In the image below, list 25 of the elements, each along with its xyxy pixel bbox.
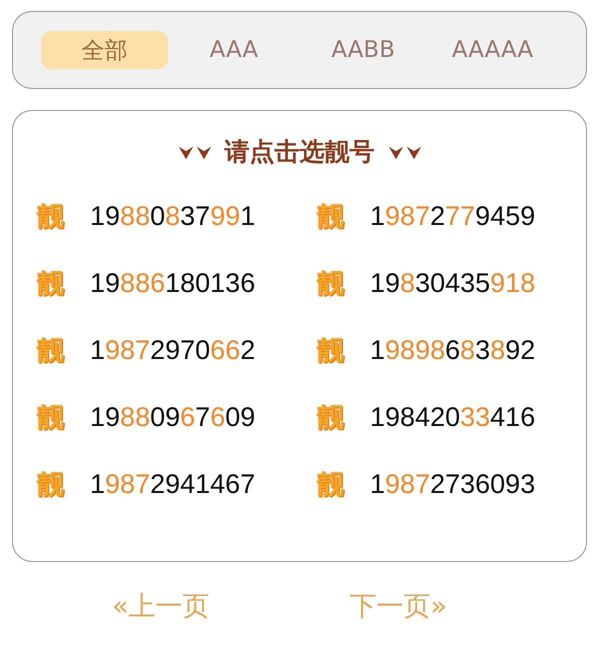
card-title: 请点击选靓号 <box>224 136 374 168</box>
filter-tab[interactable]: AABB <box>300 31 427 69</box>
badge-glyph: 靓 <box>317 471 344 498</box>
badge-glyph: 靓 <box>317 404 344 431</box>
phone-number[interactable]: 19880967609 <box>90 402 256 433</box>
badge-glyph: 靓 <box>317 203 344 230</box>
phone-number[interactable]: 19872941467 <box>90 469 256 500</box>
badge-glyph: 靓 <box>37 337 64 364</box>
phone-number[interactable]: 19886180136 <box>90 268 256 299</box>
badge-glyph: 靓 <box>37 404 64 431</box>
phone-number[interactable]: 19880837991 <box>90 201 256 232</box>
phone-number[interactable]: 19898683892 <box>370 335 536 366</box>
filter-tab[interactable]: 全部 <box>41 31 168 69</box>
phone-number[interactable]: 19842033416 <box>370 402 536 433</box>
badge-glyph: 靓 <box>37 270 64 297</box>
phone-number[interactable]: 19872970662 <box>90 335 256 366</box>
badge-glyph: 靓 <box>37 471 64 498</box>
phone-number[interactable]: 19872736093 <box>370 469 536 500</box>
badge-glyph: 靓 <box>37 203 64 230</box>
filter-tab[interactable]: AAA <box>170 31 298 69</box>
filter-tab[interactable]: AAAAA <box>428 31 556 69</box>
phone-number[interactable]: 19830435918 <box>370 268 536 299</box>
phone-number[interactable]: 19872779459 <box>370 201 536 232</box>
badge-glyph: 靓 <box>317 337 344 364</box>
badge-glyph: 靓 <box>317 270 344 297</box>
